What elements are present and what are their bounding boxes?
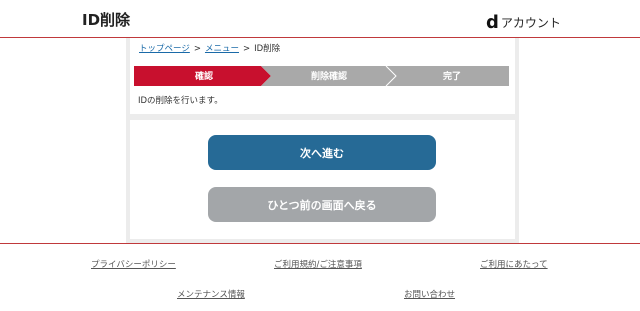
breadcrumb-separator: > [242,44,251,54]
step-complete: 完了 [442,72,461,82]
progress-card: トップページ > メニュー > ID削除 確認 削除確認 完了 IDの削除を行います。 [130,38,515,114]
footer-usage-link[interactable]: ご利用にあたって [480,258,548,270]
breadcrumb-top-link[interactable]: トップページ [139,44,190,54]
action-card: 次へ進む ひとつ前の画面へ戻る [130,120,515,239]
breadcrumb-separator: > [193,44,201,54]
breadcrumb-current: ID削除 [254,44,281,54]
header: ID削除 d アカウント [0,0,640,37]
footer-contact-link[interactable]: お問い合わせ [404,288,455,300]
footer-privacy-link[interactable]: プライバシーポリシー [91,258,176,270]
footer-divider [0,243,640,244]
next-button[interactable]: 次へ進む [208,135,436,170]
progress-steps: 確認 削除確認 完了 [134,66,509,86]
d-account-logo: d アカウント [486,11,561,33]
breadcrumb: トップページ > メニュー > ID削除 [139,42,280,54]
step-delete-confirm: 削除確認 [310,72,347,82]
brand-text: アカウント [500,16,561,30]
breadcrumb-menu-link[interactable]: メニュー [205,44,239,54]
main-panel: トップページ > メニュー > ID削除 確認 削除確認 完了 IDの削除を行います。 … [126,38,519,243]
brand-mark: d [486,11,499,33]
step-confirm: 確認 [194,72,213,82]
footer-terms-link[interactable]: ご利用規約/ご注意事項 [274,258,362,270]
page-title: ID削除 [82,11,131,29]
footer-maintenance-link[interactable]: メンテナンス情報 [177,288,245,300]
status-text: IDの削除を行います。 [138,96,223,106]
back-button[interactable]: ひとつ前の画面へ戻る [208,187,436,222]
